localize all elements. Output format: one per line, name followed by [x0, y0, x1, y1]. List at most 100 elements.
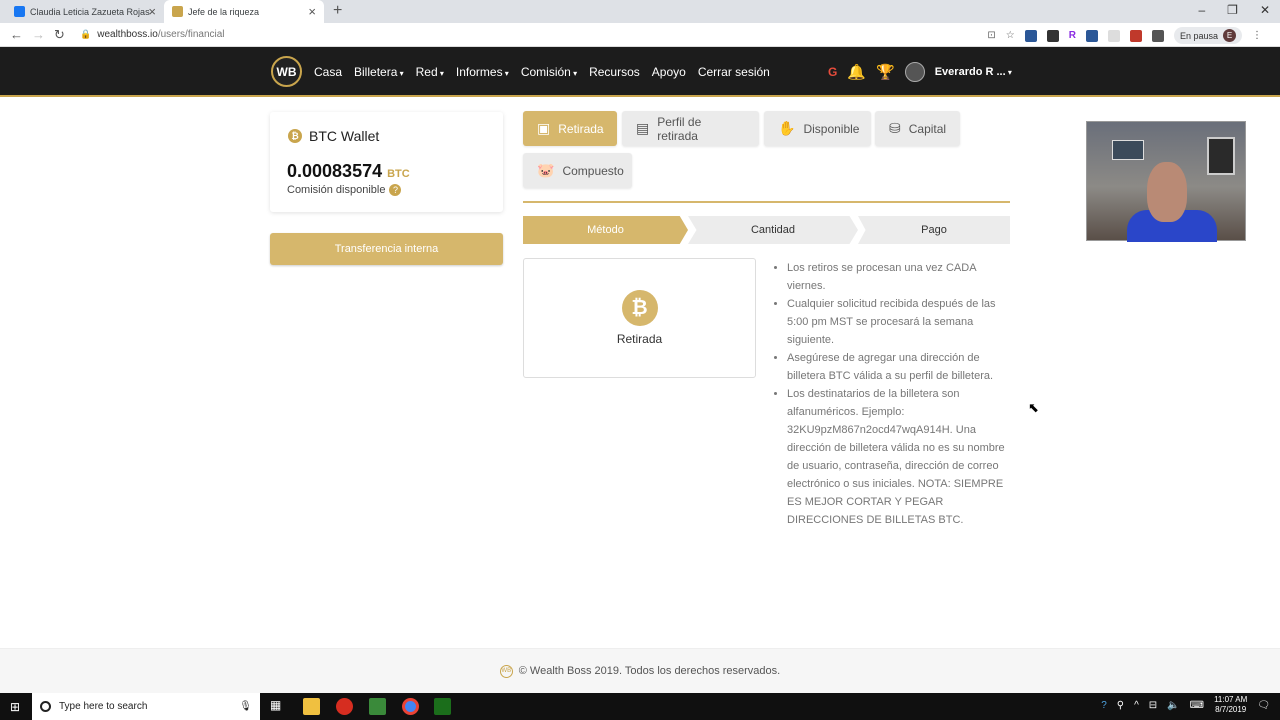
network-icon[interactable]: ⊟	[1149, 700, 1157, 711]
help-icon[interactable]: ?	[389, 184, 402, 196]
keyboard-icon[interactable]: ⌨	[1190, 700, 1204, 711]
extension-icon[interactable]	[1129, 29, 1142, 42]
extension-icon[interactable]	[1151, 29, 1164, 42]
clock-time: 11:07 AM	[1214, 695, 1248, 704]
bitcoin-icon: ₿	[621, 290, 658, 326]
browser-tab-wealthboss[interactable]: Jefe de la riqueza ×	[164, 0, 324, 23]
bitcoin-icon: ₿	[288, 129, 302, 143]
section-divider	[523, 201, 1010, 203]
nav-cerrar-sesion[interactable]: Cerrar sesión	[698, 65, 770, 79]
trophy-icon[interactable]: 🏆	[876, 63, 895, 81]
perfil-de-retirada-button[interactable]: ▤ Perfil de retirada	[622, 111, 759, 146]
person-head	[1147, 162, 1187, 222]
site-logo[interactable]: WB	[271, 56, 302, 87]
extension-icon[interactable]	[1024, 29, 1037, 42]
translate-icon[interactable]: ⊡	[987, 30, 995, 41]
wallet-title: ₿ BTC Wallet	[288, 128, 379, 144]
wallet-balance: 0.00083574 BTC	[287, 161, 410, 182]
volume-icon[interactable]: 🔈	[1167, 700, 1179, 711]
extension-icon[interactable]	[1046, 29, 1059, 42]
close-tab-icon[interactable]: ×	[308, 4, 316, 19]
note-item: Los destinatarios de la billetera son al…	[787, 385, 1015, 529]
minimize-icon[interactable]: –	[1198, 3, 1205, 17]
windows-taskbar: ⊞ Type here to search 🎙 ▦ ? ⚲ ^ ⊟ 🔈 ⌨ 11…	[0, 693, 1280, 720]
compuesto-button[interactable]: 🐷 Compuesto	[523, 153, 632, 188]
system-tray: ? ⚲ ^ ⊟ 🔈 ⌨ 11:07 AM 8/7/2019 🗨	[1101, 695, 1270, 715]
footer-logo-icon: WB	[499, 664, 513, 678]
profile-avatar: E	[1223, 29, 1236, 42]
nav-recursos[interactable]: Recursos	[589, 65, 640, 79]
chrome-icon[interactable]	[402, 698, 419, 715]
note-item: Cualquier solicitud recibida después de …	[787, 295, 1015, 349]
close-window-icon[interactable]: ✕	[1260, 3, 1270, 17]
taskbar-search[interactable]: Type here to search 🎙	[32, 693, 260, 720]
piggy-bank-icon: 🐷	[537, 162, 555, 178]
windows-start-icon[interactable]: ⊞	[10, 700, 20, 714]
browser-tab-strip: Claudia Leticia Zazueta Rojas × Jefe de …	[0, 0, 1280, 23]
withdraw-icon: ▣	[537, 120, 551, 136]
help-icon[interactable]: ?	[1101, 700, 1107, 711]
lock-icon: 🔒	[80, 29, 92, 39]
site-footer: WB © Wealth Boss 2019. Todos los derecho…	[0, 648, 1280, 693]
note-item: Asegúrese de agregar una dirección de bi…	[787, 349, 1015, 385]
internal-transfer-button[interactable]: Transferencia interna	[270, 233, 503, 265]
nav-billetera[interactable]: Billetera	[354, 65, 404, 79]
window-controls: – ❐ ✕	[1198, 3, 1270, 17]
url-host: wealthboss.io	[97, 29, 158, 40]
cortana-icon	[40, 701, 51, 712]
wallet-label-text: Comisión disponible	[287, 184, 386, 196]
nav-red[interactable]: Red	[416, 65, 444, 79]
action-label: Disponible	[803, 121, 860, 136]
browser-tab-facebook[interactable]: Claudia Leticia Zazueta Rojas ×	[6, 0, 164, 23]
file-explorer-icon[interactable]	[303, 698, 320, 715]
user-menu[interactable]: Everardo R ...	[935, 66, 1012, 78]
people-icon[interactable]: ⚲	[1117, 700, 1124, 711]
nav-informes[interactable]: Informes	[456, 65, 509, 79]
show-hidden-icon[interactable]: ^	[1134, 700, 1139, 711]
bell-icon[interactable]: 🔔	[847, 63, 866, 81]
user-avatar[interactable]	[904, 62, 925, 82]
nav-comision[interactable]: Comisión	[521, 65, 577, 79]
notifications-icon[interactable]: 🗨	[1257, 700, 1270, 711]
retirada-button[interactable]: ▣ Retirada	[523, 111, 617, 146]
new-tab-icon[interactable]: +	[333, 2, 342, 20]
reload-icon[interactable]: ↻	[54, 27, 65, 43]
nav-casa[interactable]: Casa	[314, 65, 342, 79]
close-tab-icon[interactable]: ×	[148, 4, 156, 19]
mouse-cursor-icon: ⬉	[1028, 400, 1039, 415]
task-view-icon[interactable]: ▦	[270, 698, 287, 715]
clock[interactable]: 11:07 AM 8/7/2019	[1214, 695, 1247, 715]
restore-icon[interactable]: ❐	[1227, 3, 1238, 17]
google-icon[interactable]: G	[828, 65, 837, 79]
camtasia-icon[interactable]	[369, 698, 386, 715]
camtasia-recorder-icon[interactable]	[434, 698, 451, 715]
note-item: Los retiros se procesan una vez CADA vie…	[787, 259, 1015, 295]
opera-icon[interactable]	[336, 698, 353, 715]
wall-picture	[1207, 137, 1235, 175]
bookmark-star-icon[interactable]: ☆	[1006, 30, 1015, 41]
extensions-area: ⊡ ☆ R En pausa E ⋮	[987, 27, 1262, 44]
forward-icon[interactable]: →	[32, 27, 45, 42]
wall-picture	[1112, 140, 1144, 160]
url-field[interactable]: 🔒 wealthboss.io/users/financial	[80, 29, 225, 40]
capital-button[interactable]: ⛁ Capital	[875, 111, 960, 146]
microphone-icon[interactable]: 🎙	[239, 701, 252, 712]
nav-apoyo[interactable]: Apoyo	[652, 65, 686, 79]
step-metodo[interactable]: Método	[523, 216, 688, 244]
disponible-button[interactable]: ✋ Disponible	[764, 111, 871, 146]
menu-dots-icon[interactable]: ⋮	[1252, 30, 1262, 41]
extension-icon[interactable]	[1107, 29, 1120, 42]
extension-r-icon[interactable]: R	[1069, 30, 1076, 41]
profile-status: En pausa	[1179, 30, 1218, 41]
step-pago[interactable]: Pago	[858, 216, 1010, 244]
withdraw-steps: Método Cantidad Pago	[523, 216, 1010, 244]
method-option-retirada[interactable]: ₿ Retirada	[523, 258, 756, 378]
profile-button[interactable]: En pausa E	[1173, 27, 1242, 44]
step-cantidad[interactable]: Cantidad	[688, 216, 858, 244]
action-label: Compuesto	[562, 163, 624, 178]
address-bar: ← → ↻ 🔒 wealthboss.io/users/financial ⊡ …	[0, 23, 1280, 47]
btc-wallet-card: ₿ BTC Wallet 0.00083574 BTC Comisión disp…	[270, 112, 503, 212]
extension-icon[interactable]	[1085, 29, 1098, 42]
url-path: /users/financial	[157, 29, 225, 40]
back-icon[interactable]: ←	[10, 27, 23, 42]
